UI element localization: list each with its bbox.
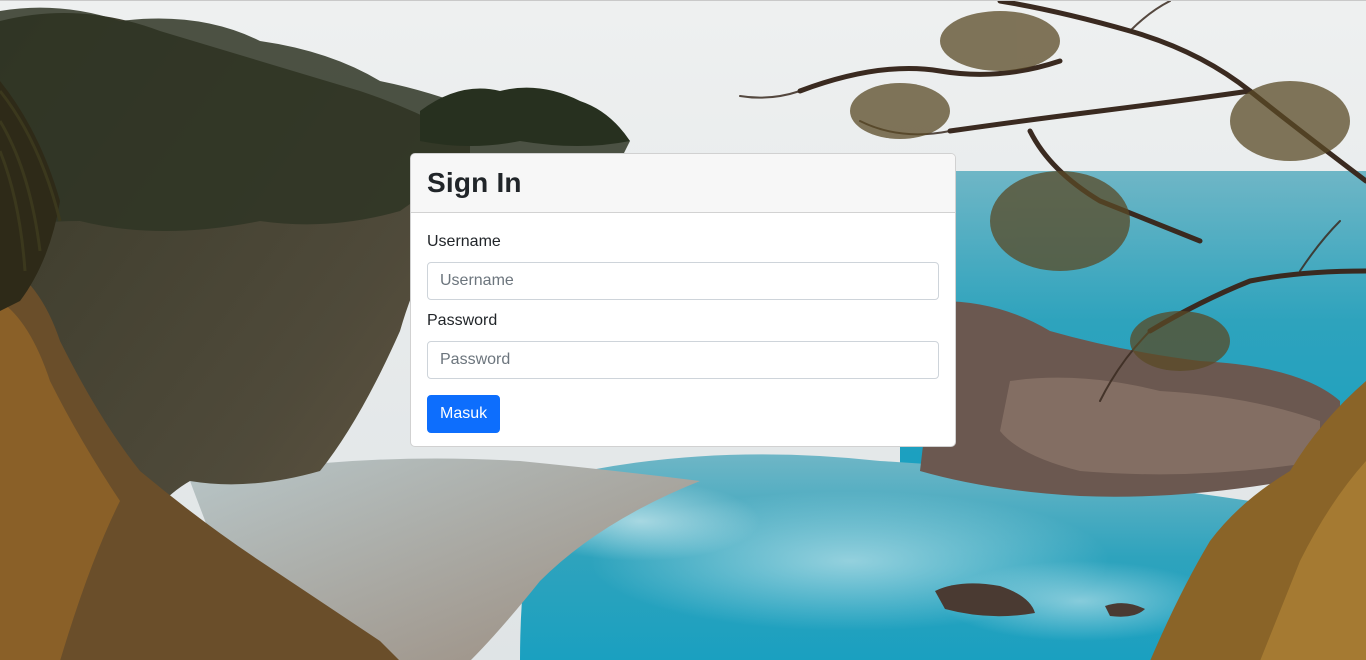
password-label: Password — [427, 312, 498, 329]
signin-card-header: Sign In — [411, 154, 955, 213]
signin-card: Sign In Username Password Masuk — [410, 153, 956, 447]
username-input[interactable] — [427, 262, 939, 300]
signin-form: Username Password Masuk — [411, 213, 955, 446]
username-label: Username — [427, 233, 501, 250]
login-page: Sign In Username Password Masuk — [0, 0, 1366, 660]
masuk-button[interactable]: Masuk — [427, 395, 501, 433]
signin-title: Sign In — [427, 167, 522, 198]
password-input[interactable] — [427, 341, 939, 379]
